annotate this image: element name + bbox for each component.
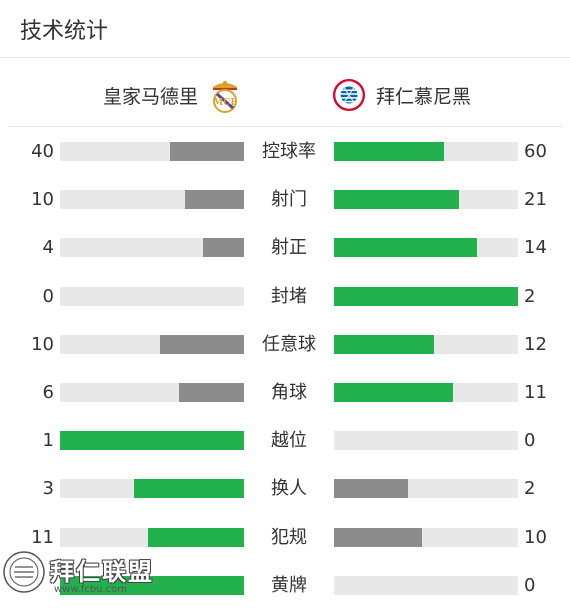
away-value: 11 — [524, 381, 547, 403]
stat-label: 射门 — [271, 189, 307, 211]
away-bar-fill — [334, 142, 444, 161]
stat-row: 1 越位 0 — [0, 417, 570, 465]
home-bar-track — [60, 286, 244, 306]
away-bar-track — [334, 527, 518, 547]
away-bar-fill — [334, 527, 422, 547]
home-bar-track — [60, 479, 244, 499]
away-bar-fill — [334, 238, 477, 258]
teams-header: 皇家马德里 MCF 拜仁慕尼黑 — [0, 72, 570, 120]
stat-row: 0 封堵 2 — [0, 273, 570, 321]
home-value: 10 — [31, 333, 54, 355]
away-bar-track — [334, 142, 518, 161]
away-bar-fill — [334, 479, 408, 499]
stat-row: 40 控球率 60 — [0, 128, 570, 176]
stat-label: 射正 — [271, 237, 307, 259]
watermark: 拜仁联盟 www.fcbu.com — [2, 548, 162, 601]
home-bar-fill — [185, 190, 244, 210]
stat-row: 10 任意球 12 — [0, 321, 570, 369]
home-bar-track — [60, 527, 244, 547]
fcb-seal-icon — [3, 551, 45, 593]
stat-label: 越位 — [271, 430, 307, 452]
divider — [8, 126, 562, 127]
watermark-text: 拜仁联盟 — [50, 557, 154, 586]
away-bar-fill — [334, 190, 459, 210]
stat-label: 封堵 — [271, 285, 307, 307]
home-team: 皇家马德里 MCF — [103, 72, 242, 118]
away-value: 10 — [524, 526, 547, 548]
stat-label: 换人 — [271, 478, 307, 500]
stat-label: 黄牌 — [271, 574, 307, 596]
home-value: 1 — [42, 430, 54, 452]
page-title: 技术统计 — [20, 18, 109, 44]
home-bar-track — [60, 431, 244, 451]
away-value: 2 — [524, 478, 536, 500]
away-bar-track — [334, 382, 518, 402]
home-value: 3 — [42, 478, 54, 500]
stat-row: 10 射门 21 — [0, 176, 570, 224]
away-bar-fill — [334, 286, 518, 306]
svg-text:MCF: MCF — [213, 98, 237, 108]
away-bar-track — [334, 286, 518, 306]
bayern-munich-crest-icon — [332, 78, 366, 112]
header-bar: 技术统计 — [0, 0, 570, 58]
away-value: 14 — [524, 237, 547, 259]
away-value: 12 — [524, 333, 547, 355]
stat-row: 3 换人 2 — [0, 465, 570, 513]
away-bar-fill — [334, 382, 453, 402]
home-value: 10 — [31, 189, 54, 211]
home-value: 6 — [42, 381, 54, 403]
watermark-url: www.fcbu.com — [54, 584, 128, 595]
home-bar-track — [60, 382, 244, 402]
stat-label: 任意球 — [262, 333, 316, 355]
home-team-name: 皇家马德里 — [102, 85, 198, 108]
stat-label: 犯规 — [271, 526, 307, 548]
home-bar-fill — [60, 431, 244, 451]
home-bar-fill — [179, 382, 244, 402]
home-bar-track — [60, 190, 244, 210]
home-bar-track — [60, 142, 244, 161]
home-value: 40 — [31, 141, 54, 162]
home-bar-fill — [203, 238, 244, 258]
away-value: 0 — [524, 574, 536, 596]
away-value: 0 — [524, 430, 536, 452]
away-value: 2 — [524, 285, 536, 307]
real-madrid-crest-icon: MCF — [213, 80, 237, 113]
away-value: 60 — [524, 141, 547, 162]
stat-label: 控球率 — [262, 141, 316, 162]
away-team-name: 拜仁慕尼黑 — [376, 85, 472, 108]
stat-row: 4 射正 14 — [0, 224, 570, 272]
stats-list: 40 控球率 60 10 射门 21 4 射正 14 0 封堵 2 10 任意球 12 6 角球 11 1 越位 0 3 换… — [0, 128, 570, 610]
home-bar-fill — [170, 142, 244, 161]
away-bar-fill — [334, 334, 434, 354]
away-bar-track — [334, 334, 518, 354]
away-bar-track — [334, 238, 518, 258]
home-value: 4 — [42, 237, 54, 259]
home-bar-fill — [134, 479, 244, 499]
away-bar-track — [334, 431, 518, 451]
away-bar-track — [334, 575, 518, 595]
away-value: 21 — [524, 189, 547, 211]
stat-label: 角球 — [271, 381, 307, 403]
home-bar-fill — [160, 334, 244, 354]
home-value: 0 — [42, 285, 54, 307]
home-bar-track — [60, 334, 244, 354]
home-bar-fill — [148, 527, 244, 547]
away-team: 拜仁慕尼黑 — [332, 72, 471, 118]
home-bar-track — [60, 238, 244, 258]
stat-row: 6 角球 11 — [0, 369, 570, 417]
away-bar-track — [334, 479, 518, 499]
away-bar-track — [334, 190, 518, 210]
